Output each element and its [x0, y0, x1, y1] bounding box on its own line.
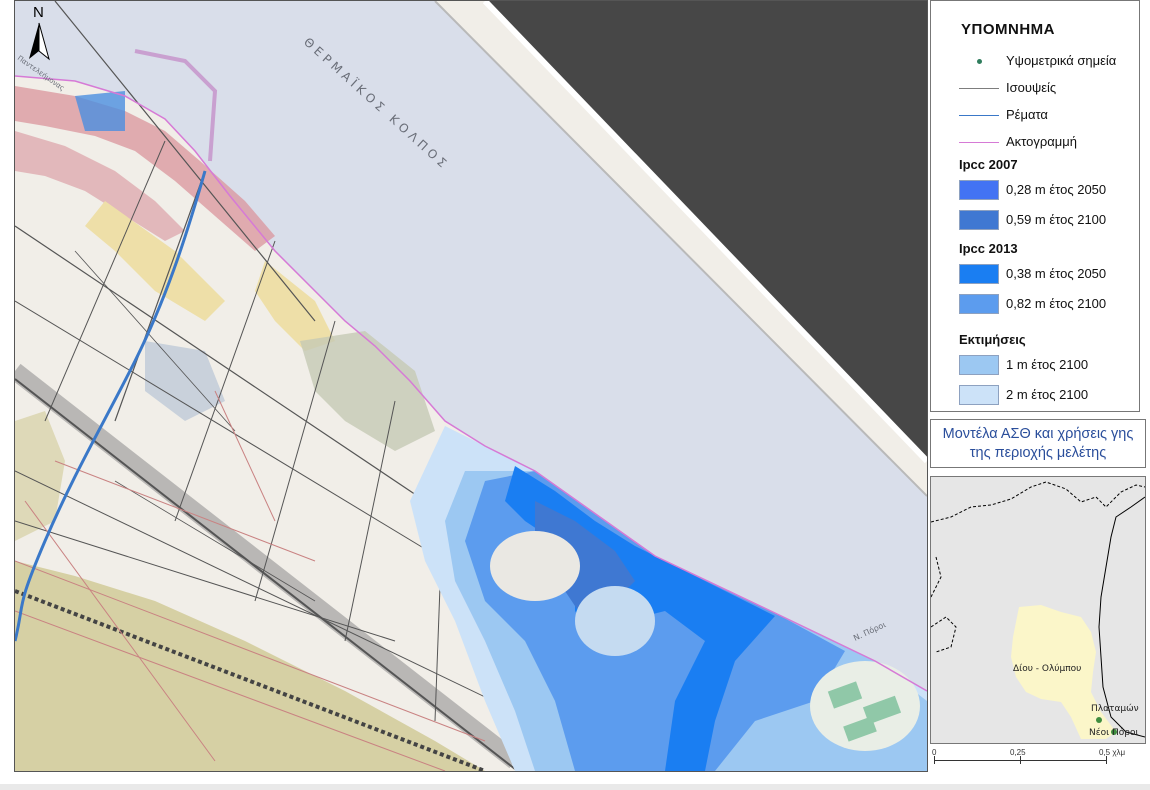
swatch-082-2100	[959, 294, 999, 314]
legend-item-contours: Ισουψείς	[931, 76, 1141, 100]
map-canvas: ΘΕΡΜΑΪΚΟΣ ΚΟΛΠΟΣ Ν. Πόροι Παντελεήμονας …	[15, 1, 927, 771]
legend-swatch-row: 0,82 m έτος 2100	[931, 292, 1141, 316]
settlement-point-icon	[1096, 717, 1102, 723]
scale-tick	[934, 756, 935, 764]
swatch-1m-2100	[959, 355, 999, 375]
legend-section-title: Ipcc 2013	[959, 241, 1018, 256]
legend-section-title: Εκτιμήσεις	[959, 332, 1026, 347]
page-footer-strip	[0, 784, 1150, 790]
legend-item-label: Ισουψείς	[1006, 80, 1057, 95]
swatch-label: 2 m έτος 2100	[1006, 387, 1089, 402]
swatch-059-2100	[959, 210, 999, 230]
scale-tick	[1020, 756, 1021, 764]
stream-line-icon	[959, 115, 999, 116]
legend-item-elevation-points: Υψομετρικά σημεία	[931, 49, 1141, 73]
swatch-label: 1 m έτος 2100	[1006, 357, 1089, 372]
inset-label-neoi-poroi: Νέοι Πόροι	[1089, 727, 1139, 738]
legend-item-coastline: Ακτογραμμή	[931, 130, 1141, 154]
legend-item-streams: Ρέματα	[931, 103, 1141, 127]
land-patch	[575, 586, 655, 656]
swatch-2m-2100	[959, 385, 999, 405]
scale-bar: 0 0,25 0,5 χλμ	[930, 746, 1146, 772]
swatch-028-2050	[959, 180, 999, 200]
legend-swatch-row: 0,59 m έτος 2100	[931, 208, 1141, 232]
legend-panel: ΥΠΟΜΝΗΜΑ Υψομετρικά σημεία Ισουψείς Ρέμα…	[930, 0, 1140, 412]
legend-item-label: Ακτογραμμή	[1006, 134, 1077, 149]
land-patch	[810, 661, 920, 751]
scale-label-end: 0,5 χλμ	[1099, 748, 1126, 757]
scale-label-mid: 0,25	[1010, 748, 1026, 757]
legend-section-title: Ipcc 2007	[959, 157, 1018, 172]
legend-swatch-row: 0,28 m έτος 2050	[931, 178, 1141, 202]
elevation-point-icon	[977, 59, 982, 64]
legend-item-label: Υψομετρικά σημεία	[1006, 53, 1117, 68]
inset-map[interactable]: Δίου - Ολύμπου Πλαταμών Νέοι Πόροι	[930, 476, 1146, 744]
inset-label-platamon: Πλαταμών	[1091, 703, 1139, 714]
legend-title: ΥΠΟΜΝΗΜΑ	[961, 21, 1055, 38]
legend-swatch-row: 0,38 m έτος 2050	[931, 262, 1141, 286]
scale-tick	[1106, 756, 1107, 764]
legend-swatch-row: 2 m έτος 2100	[931, 383, 1141, 407]
swatch-label: 0,38 m έτος 2050	[1006, 266, 1107, 281]
land-patch	[490, 531, 580, 601]
map-title: Μοντέλα ΑΣΘ και χρήσεις γης της περιοχής…	[930, 419, 1146, 468]
swatch-label: 0,59 m έτος 2100	[1006, 212, 1107, 227]
coastline-line-icon	[959, 142, 999, 143]
contour-line-icon	[959, 88, 999, 89]
swatch-038-2050	[959, 264, 999, 284]
north-label: N	[33, 4, 44, 21]
swatch-label: 0,28 m έτος 2050	[1006, 182, 1107, 197]
main-map[interactable]: ΘΕΡΜΑΪΚΟΣ ΚΟΛΠΟΣ Ν. Πόροι Παντελεήμονας …	[14, 0, 928, 772]
legend-swatch-row: 1 m έτος 2100	[931, 353, 1141, 377]
legend-item-label: Ρέματα	[1006, 107, 1048, 122]
inset-canvas: Δίου - Ολύμπου Πλαταμών Νέοι Πόροι	[931, 477, 1145, 743]
swatch-label: 0,82 m έτος 2100	[1006, 296, 1107, 311]
inset-label-municipality: Δίου - Ολύμπου	[1013, 663, 1081, 674]
